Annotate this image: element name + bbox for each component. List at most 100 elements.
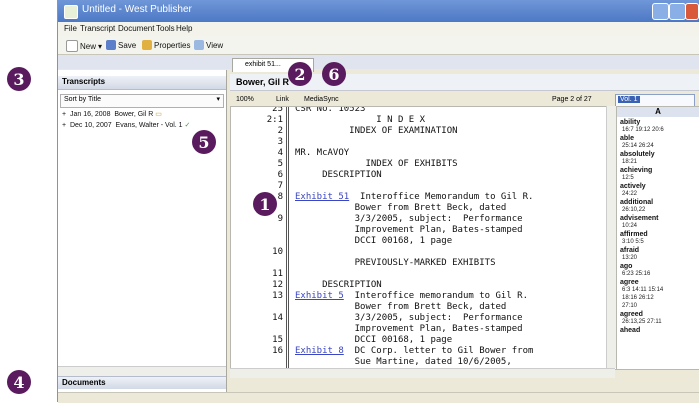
index-refs[interactable]: 18:21: [622, 159, 637, 165]
index-word[interactable]: agreed: [620, 311, 643, 318]
folder-icon: ▭: [155, 111, 162, 118]
line-number: 10: [272, 247, 283, 257]
line-content: Bower from Brett Beck, dated: [295, 302, 507, 312]
save-button[interactable]: Save: [106, 40, 136, 50]
line-content: Sue Martine, dated 10/6/2005,: [295, 357, 512, 367]
index-refs[interactable]: 13:20: [622, 255, 637, 261]
line-text: Bower from Brett Beck, dated: [295, 203, 507, 213]
line-text: Improvement Plan, Bates-stamped: [295, 324, 523, 334]
window-title: Untitled - West Publisher: [82, 4, 192, 15]
line-number: 2:1: [266, 115, 283, 125]
index-word[interactable]: actively: [620, 183, 646, 190]
line-text: MR. McAVOY: [295, 148, 349, 158]
app-window: Untitled - West Publisher File Transcrip…: [57, 0, 699, 403]
line-content: Interoffice memorandum to Gil R.: [343, 291, 529, 301]
maximize-button[interactable]: [669, 3, 686, 20]
index-word[interactable]: additional: [620, 199, 653, 206]
line-number: 5: [277, 159, 283, 169]
checkmark-icon: ✓: [184, 122, 191, 129]
line-content: DC Corp. letter to Gil Bower from: [343, 346, 534, 356]
menu-transcript[interactable]: Transcript: [80, 24, 115, 33]
index-word[interactable]: ability: [620, 119, 640, 126]
toolbar: New ▾ Save Properties View: [58, 36, 699, 55]
exhibit-link[interactable]: Exhibit 5: [295, 291, 344, 301]
index-word[interactable]: afraid: [620, 247, 639, 254]
callout-4: 4: [7, 370, 31, 394]
line-number: 13: [272, 291, 283, 301]
line-text: INDEX OF EXHIBITS: [295, 159, 458, 169]
index-refs[interactable]: 27:10: [622, 303, 637, 309]
line-content: INDEX OF EXHIBITS: [295, 159, 458, 169]
index-refs[interactable]: 3:10 5:5: [622, 239, 644, 245]
exhibit-link[interactable]: Exhibit 8: [295, 346, 344, 356]
line-number: 9: [277, 214, 283, 224]
close-button[interactable]: [685, 3, 699, 20]
index-refs[interactable]: 6:23 25:16: [622, 271, 650, 277]
line-number: 25: [272, 106, 283, 114]
index-refs[interactable]: 16:7 19:12 20:6: [622, 127, 664, 133]
zoom-select[interactable]: 100%: [236, 96, 254, 103]
line-text: CSR No. 10523: [295, 106, 366, 114]
menu-document[interactable]: Document: [118, 24, 154, 33]
line-content: Bower from Brett Beck, dated: [295, 203, 507, 213]
index-letter: A: [617, 107, 699, 117]
menu-file[interactable]: File: [64, 24, 77, 33]
minimize-button[interactable]: [652, 3, 669, 20]
line-content: 3/3/2005, subject: Performance: [295, 313, 523, 323]
callout-3: 3: [7, 67, 31, 91]
new-button[interactable]: New ▾: [66, 40, 102, 52]
new-icon: [66, 40, 78, 52]
line-text: Exhibit 51 Interoffice Memorandum to Gil…: [295, 192, 533, 202]
save-icon: [106, 40, 116, 50]
transcript-viewer[interactable]: 25 CSR No. 10523 2:1 I N D E X 2 INDEX OF E…: [230, 106, 617, 370]
exhibit-link[interactable]: Exhibit 51: [295, 192, 349, 202]
callout-6: 6: [322, 62, 346, 86]
vertical-scrollbar[interactable]: [606, 106, 616, 368]
index-refs[interactable]: 10:24: [622, 223, 637, 229]
status-bar: [58, 392, 699, 403]
index-refs[interactable]: 24:22: [622, 191, 637, 197]
sort-select[interactable]: Sort by Title ▾: [60, 94, 224, 108]
index-refs[interactable]: 18:16 26:12: [622, 295, 654, 301]
index-word[interactable]: affirmed: [620, 231, 648, 238]
documents-header[interactable]: Documents: [58, 376, 226, 389]
mediasync-button[interactable]: MediaSync: [304, 96, 339, 103]
index-word[interactable]: achieving: [620, 167, 652, 174]
menu-tools[interactable]: Tools: [156, 24, 175, 33]
index-word[interactable]: advisement: [620, 215, 659, 222]
line-content: 3/3/2005, subject: Performance: [295, 214, 523, 224]
line-number: 12: [272, 280, 283, 290]
menu-help[interactable]: Help: [176, 24, 192, 33]
view-button[interactable]: View: [194, 40, 223, 50]
index-refs[interactable]: 25:14 26:24: [622, 143, 654, 149]
index-word[interactable]: ago: [620, 263, 632, 270]
line-content: Interoffice Memorandum to Gil R.: [349, 192, 534, 202]
index-word[interactable]: able: [620, 135, 634, 142]
transcript-item[interactable]: + Dec 10, 2007 Evans, Walter - Vol. 1 ✓: [62, 121, 190, 129]
line-content: CSR No. 10523: [295, 106, 366, 114]
index-refs[interactable]: 26:13,25 27:11: [622, 319, 662, 325]
app-icon: [64, 5, 78, 19]
link-button[interactable]: Link: [276, 96, 289, 103]
view-icon: [194, 40, 204, 50]
index-word[interactable]: ahead: [620, 327, 640, 334]
index-refs[interactable]: 12:5: [622, 175, 634, 181]
index-word[interactable]: absolutely: [620, 151, 655, 158]
line-text: Exhibit 8 DC Corp. letter to Gil Bower f…: [295, 346, 533, 356]
line-text: DCCI 00168, 1 page: [295, 236, 453, 246]
index-refs[interactable]: 6:3 14:11 15:14: [622, 287, 663, 293]
word-index-panel: A ability 16:7 19:12 20:6 able 25:14 26:24 a…: [616, 106, 699, 370]
horizontal-scrollbar[interactable]: [230, 368, 615, 378]
line-number: 3: [277, 137, 283, 147]
index-word[interactable]: agree: [620, 279, 639, 286]
properties-button[interactable]: Properties: [142, 40, 190, 50]
transcript-item[interactable]: + Jan 16, 2008 Bower, Gil R ▭: [62, 110, 162, 118]
line-content: DCCI 00168, 1 page: [295, 335, 453, 345]
line-text: Sue Martine, dated 10/6/2005,: [295, 357, 512, 367]
line-text: PREVIOUSLY-MARKED EXHIBITS: [295, 258, 496, 268]
line-text: INDEX OF EXAMINATION: [295, 126, 458, 136]
line-content: INDEX OF EXAMINATION: [295, 126, 458, 136]
line-text: I N D E X: [295, 115, 425, 125]
index-refs[interactable]: 26:10,22: [622, 207, 645, 213]
horizontal-scrollbar[interactable]: [58, 366, 226, 376]
